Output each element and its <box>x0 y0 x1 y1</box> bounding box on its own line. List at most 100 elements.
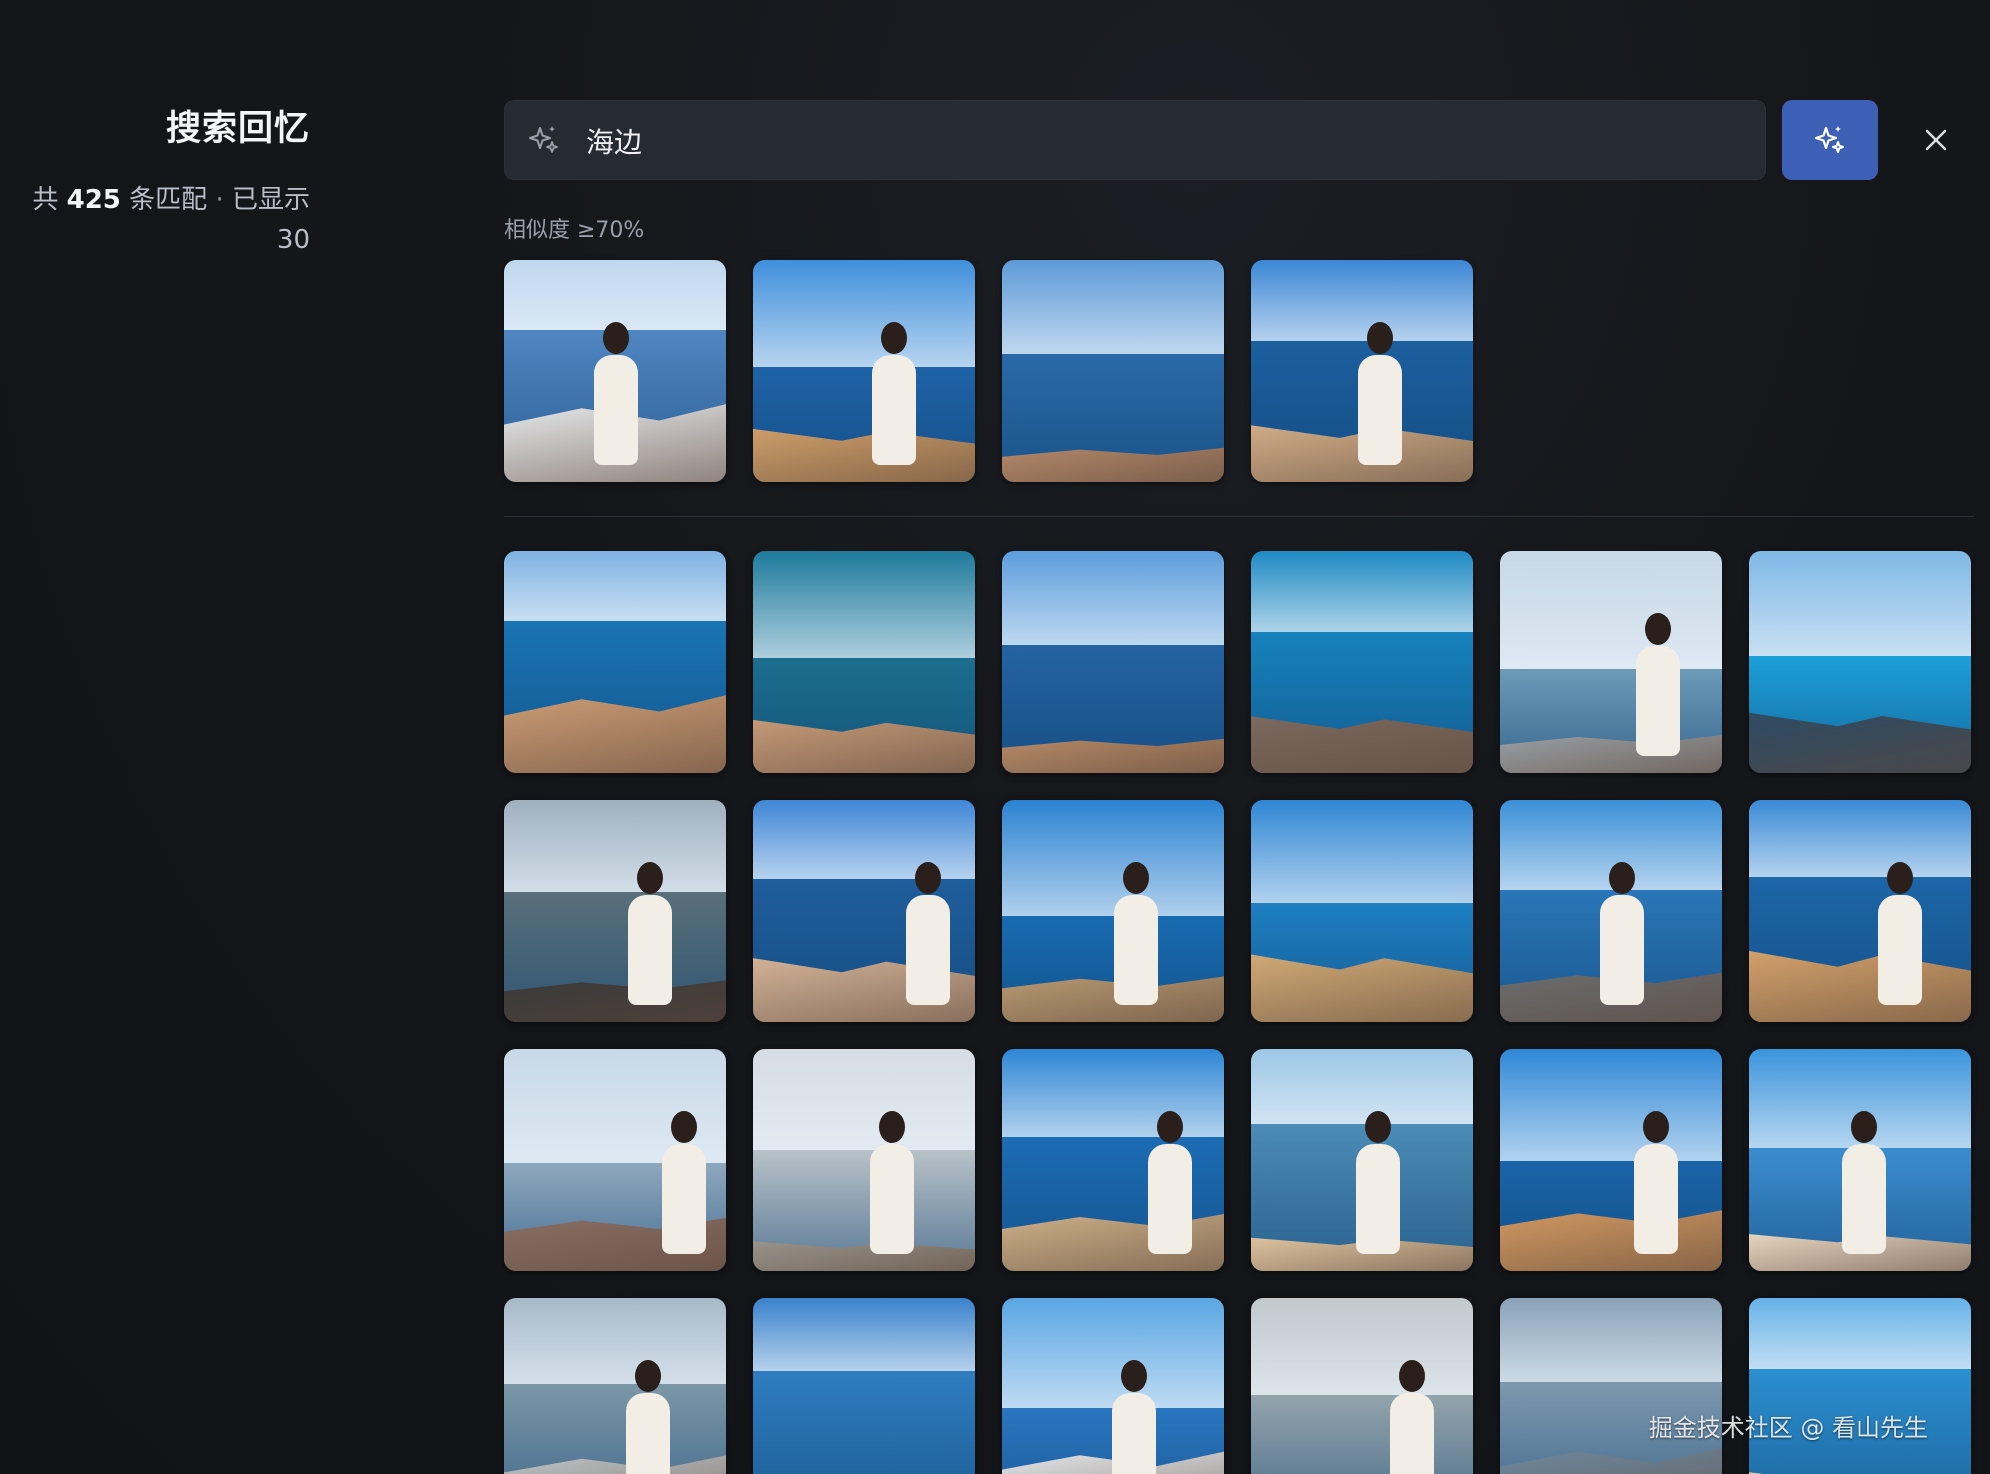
shown-count: 30 <box>276 225 310 255</box>
photo-thumbnail[interactable] <box>753 551 975 773</box>
photo-thumbnail[interactable] <box>1002 551 1224 773</box>
photo-thumbnail[interactable] <box>1500 1298 1722 1474</box>
person-head <box>881 322 907 354</box>
photo-sky <box>753 800 975 879</box>
stats-prefix: 共 <box>32 185 59 215</box>
photo-sky <box>1749 1298 1971 1369</box>
photo-thumbnail[interactable] <box>1500 1049 1722 1271</box>
photo-thumbnail[interactable] <box>1251 800 1473 1022</box>
search-bar[interactable] <box>504 100 1766 182</box>
person-figure <box>594 355 638 465</box>
person-head <box>915 862 941 894</box>
person-head <box>603 322 629 354</box>
similarity-label: 相似度 ≥70% <box>504 218 645 243</box>
person-head <box>1609 862 1635 894</box>
person-figure <box>1878 895 1922 1005</box>
person-head <box>671 1111 697 1143</box>
person-figure <box>872 355 916 465</box>
photo-sky <box>753 551 975 658</box>
photo-thumbnail[interactable] <box>504 1049 726 1271</box>
stats-separator: · <box>207 185 232 215</box>
photo-sea <box>753 1371 975 1474</box>
person-figure <box>1112 1393 1156 1474</box>
person-head <box>637 862 663 894</box>
close-icon <box>1925 129 1947 151</box>
photo-thumbnail[interactable] <box>504 551 726 773</box>
photo-thumbnail[interactable] <box>1002 260 1224 482</box>
photo-sky <box>1251 260 1473 341</box>
person-head <box>1851 1111 1877 1143</box>
shown-label: 已显示 <box>231 185 310 215</box>
person-head <box>1887 862 1913 894</box>
person-figure <box>1636 646 1680 756</box>
close-button[interactable] <box>1912 116 1960 164</box>
photo-thumbnail[interactable] <box>753 1049 975 1271</box>
photo-sky <box>1749 551 1971 656</box>
photo-sky <box>504 800 726 892</box>
result-stats: 共 425 条匹配 · 已显示 30 <box>10 180 310 260</box>
photo-thumbnail[interactable] <box>1749 551 1971 773</box>
photo-thumbnail[interactable] <box>504 1298 726 1474</box>
person-head <box>879 1111 905 1143</box>
photo-sky <box>753 1049 975 1150</box>
photo-sky <box>753 260 975 367</box>
photo-thumbnail[interactable] <box>1500 551 1722 773</box>
photo-thumbnail[interactable] <box>1749 1298 1971 1474</box>
photo-sky <box>1500 551 1722 669</box>
photo-sea <box>1251 1395 1473 1474</box>
person-figure <box>1356 1144 1400 1254</box>
ai-search-button[interactable] <box>1782 100 1878 180</box>
section-divider <box>504 516 1974 517</box>
photo-sea <box>504 1384 726 1474</box>
photo-sky <box>1251 551 1473 632</box>
person-head <box>1157 1111 1183 1143</box>
stats-middle: 条匹配 <box>129 185 208 215</box>
person-figure <box>1600 895 1644 1005</box>
photo-sky <box>1749 800 1971 877</box>
person-head <box>1365 1111 1391 1143</box>
photo-thumbnail[interactable] <box>1500 800 1722 1022</box>
person-head <box>1121 1360 1147 1392</box>
photo-thumbnail[interactable] <box>1251 551 1473 773</box>
photo-sky <box>753 1298 975 1371</box>
photo-thumbnail[interactable] <box>504 260 726 482</box>
person-figure <box>1390 1393 1434 1474</box>
person-figure <box>662 1144 706 1254</box>
photo-thumbnail[interactable] <box>753 260 975 482</box>
photo-thumbnail[interactable] <box>1749 1049 1971 1271</box>
photo-sky <box>1002 800 1224 916</box>
photo-thumbnail[interactable] <box>1002 1049 1224 1271</box>
photo-thumbnail[interactable] <box>504 800 726 1022</box>
photo-sky <box>504 260 726 330</box>
photo-sky <box>1002 260 1224 354</box>
person-figure <box>626 1393 670 1474</box>
photo-sky <box>504 1298 726 1384</box>
page-title: 搜索回忆 <box>165 109 310 149</box>
photo-thumbnail[interactable] <box>1251 260 1473 482</box>
photo-thumbnail[interactable] <box>753 800 975 1022</box>
person-head <box>1399 1360 1425 1392</box>
person-figure <box>1634 1144 1678 1254</box>
photo-thumbnail[interactable] <box>1749 800 1971 1022</box>
photo-sky <box>1002 551 1224 645</box>
watermark: 掘金技术社区 @ 看山先生 <box>1648 1414 1928 1442</box>
search-input[interactable] <box>584 100 1748 182</box>
person-head <box>1643 1111 1669 1143</box>
person-figure <box>628 895 672 1005</box>
photo-thumbnail[interactable] <box>1251 1049 1473 1271</box>
sparkle-icon <box>1814 126 1844 153</box>
person-figure <box>1148 1144 1192 1254</box>
person-figure <box>870 1144 914 1254</box>
photo-thumbnail[interactable] <box>1251 1298 1473 1474</box>
photo-sky <box>1251 800 1473 903</box>
photo-sky <box>504 551 726 621</box>
photo-thumbnail[interactable] <box>1002 800 1224 1022</box>
photo-sky <box>1500 1298 1722 1382</box>
photo-sky <box>1002 1298 1224 1408</box>
photo-sky <box>1251 1049 1473 1124</box>
sparkle-icon <box>526 122 562 158</box>
sidebar: 搜索回忆 共 425 条匹配 · 已显示 30 <box>0 0 330 1474</box>
photo-sky <box>1500 1049 1722 1161</box>
photo-thumbnail[interactable] <box>753 1298 975 1474</box>
photo-thumbnail[interactable] <box>1002 1298 1224 1474</box>
